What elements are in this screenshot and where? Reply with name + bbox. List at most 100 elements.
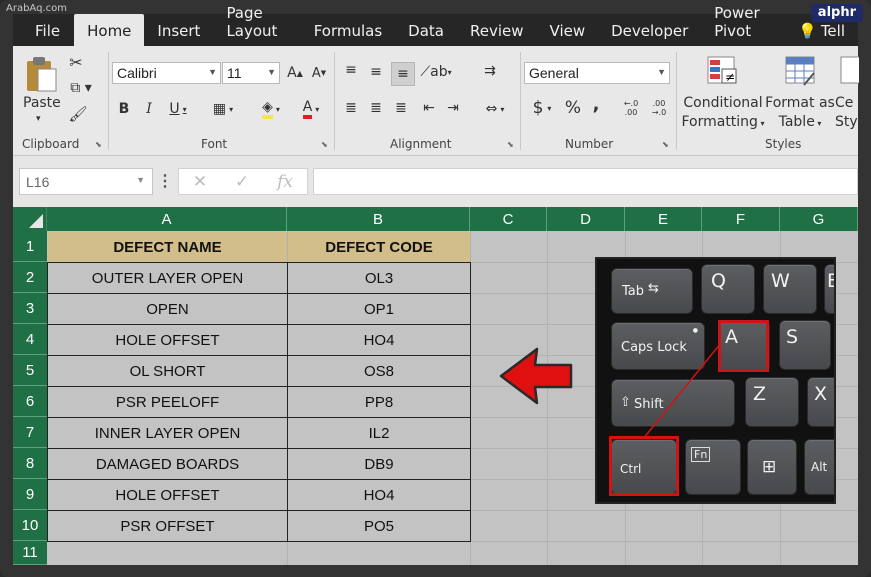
underline-button[interactable]: U ▾ [163,98,193,120]
increase-indent-icon[interactable]: ⇥ [443,98,463,118]
cancel-icon[interactable]: ✕ [193,172,207,192]
cell-styles-icon [839,54,859,88]
font-color-button[interactable]: A ▾ [295,98,327,120]
row-header-1[interactable]: 1 [13,231,47,262]
tab-data[interactable]: Data [395,14,457,46]
align-middle-icon[interactable]: ≡ [366,62,386,82]
svg-text:≠: ≠ [725,70,735,84]
table-cell[interactable]: INNER LAYER OPEN [48,418,287,448]
copy-icon[interactable]: ⧉ ▾ [65,78,97,98]
table-cell[interactable]: OP1 [288,294,470,324]
clipboard-launcher-icon[interactable]: ⬊ [95,140,102,149]
row-header-6[interactable]: 6 [13,386,47,417]
table-cell[interactable]: HOLE OFFSET [48,325,287,355]
paste-dropdown-icon[interactable]: ▾ [36,114,41,124]
shrink-font-button[interactable]: A ▼ [309,62,329,84]
table-cell[interactable]: PSR PEELOFF [48,387,287,417]
align-center-icon[interactable]: ≣ [366,98,386,118]
name-box[interactable]: L16 ▼ [19,168,153,195]
comma-button[interactable]: , [589,92,603,116]
tab-insert[interactable]: Insert [144,14,213,46]
row-header-3[interactable]: 3 [13,293,47,324]
fill-color-button[interactable]: ◈ ▾ [255,98,287,120]
italic-button[interactable]: I [139,98,159,120]
merge-center-icon[interactable]: ⇔ ▾ [478,98,512,120]
column-header-b[interactable]: B [287,207,470,231]
select-all-button[interactable] [13,207,47,231]
table-cell[interactable]: PP8 [288,387,470,417]
select-all-triangle-icon [29,214,43,228]
table-border [47,479,471,480]
table-cell[interactable]: OUTER LAYER OPEN [48,263,287,293]
font-launcher-icon[interactable]: ⬊ [321,140,328,149]
formula-input[interactable] [313,168,858,195]
more-options-icon[interactable]: ⋮ [157,171,173,191]
insert-function-icon[interactable]: fx [277,172,293,192]
row-header-9[interactable]: 9 [13,479,47,510]
table-border [47,262,471,263]
decrease-indent-icon[interactable]: ⇤ [419,98,439,118]
row-header-10[interactable]: 10 [13,510,47,541]
grow-font-button[interactable]: A ▲ [285,62,305,84]
orientation-icon[interactable]: ⟋ab ▾ [419,62,453,82]
column-header-g[interactable]: G [780,207,858,231]
alignment-launcher-icon[interactable]: ⬊ [507,140,514,149]
align-left-icon[interactable]: ≣ [341,98,361,118]
align-top-icon[interactable]: ≡ [341,60,361,80]
table-cell[interactable]: PO5 [288,511,470,541]
format-as-table-label-2: Table [778,114,815,130]
column-header-e[interactable]: E [625,207,702,231]
wrap-text-icon[interactable]: ⇉ [478,60,502,82]
table-cell[interactable]: HOLE OFFSET [48,480,287,510]
cut-icon[interactable]: ✂ [65,52,87,72]
conditional-formatting-button[interactable]: Conditional Formatting ▾ [681,94,765,133]
format-painter-icon[interactable]: 🖌 [67,104,89,124]
percent-button[interactable]: % [563,96,583,120]
table-cell[interactable]: DB9 [288,449,470,479]
align-bottom-icon[interactable]: ≡ [391,62,415,86]
cell-styles-button[interactable]: Ce Styl [835,94,858,132]
tab-review[interactable]: Review [457,14,537,46]
currency-button[interactable]: $ ▾ [526,96,558,120]
table-header-cell[interactable]: DEFECT CODE [288,232,470,262]
table-cell[interactable]: IL2 [288,418,470,448]
paste-button[interactable] [21,54,61,94]
table-cell[interactable]: OL SHORT [48,356,287,386]
enter-icon[interactable]: ✓ [235,172,249,192]
table-cell[interactable]: OPEN [48,294,287,324]
format-as-table-button[interactable]: Format as Table ▾ [765,94,835,133]
table-header-cell[interactable]: DEFECT NAME [48,232,287,262]
row-header-5[interactable]: 5 [13,355,47,386]
tab-file[interactable]: File [13,14,74,46]
row-header-7[interactable]: 7 [13,417,47,448]
table-cell[interactable]: HO4 [288,325,470,355]
tab-view[interactable]: View [537,14,599,46]
borders-button[interactable]: ▦ ▾ [207,98,239,120]
decrease-decimal-button[interactable]: .00 →.0 [647,96,671,120]
bold-button[interactable]: B [114,98,134,120]
column-header-f[interactable]: F [702,207,780,231]
tab-page-layout[interactable]: Page Layout [213,4,300,46]
tab-power-pivot[interactable]: Power Pivot [701,4,785,46]
row-header-2[interactable]: 2 [13,262,47,293]
number-launcher-icon[interactable]: ⬊ [662,140,669,149]
row-header-8[interactable]: 8 [13,448,47,479]
row-header-4[interactable]: 4 [13,324,47,355]
tab-developer[interactable]: Developer [598,14,701,46]
column-header-a[interactable]: A [47,207,287,231]
increase-decimal-button[interactable]: ←.0 .00 [619,96,643,120]
align-right-icon[interactable]: ≣ [391,98,411,118]
font-size-select[interactable]: 11 ▼ [222,62,280,84]
column-header-d[interactable]: D [547,207,625,231]
table-cell[interactable]: OL3 [288,263,470,293]
row-header-11[interactable]: 11 [13,541,47,565]
tab-home[interactable]: Home [74,14,145,46]
column-header-c[interactable]: C [470,207,547,231]
number-format-select[interactable]: General ▼ [524,62,670,84]
font-family-select[interactable]: Calibri ▼ [112,62,221,84]
table-cell[interactable]: DAMAGED BOARDS [48,449,287,479]
table-cell[interactable]: HO4 [288,480,470,510]
table-cell[interactable]: OS8 [288,356,470,386]
tab-formulas[interactable]: Formulas [301,14,395,46]
table-cell[interactable]: PSR OFFSET [48,511,287,541]
